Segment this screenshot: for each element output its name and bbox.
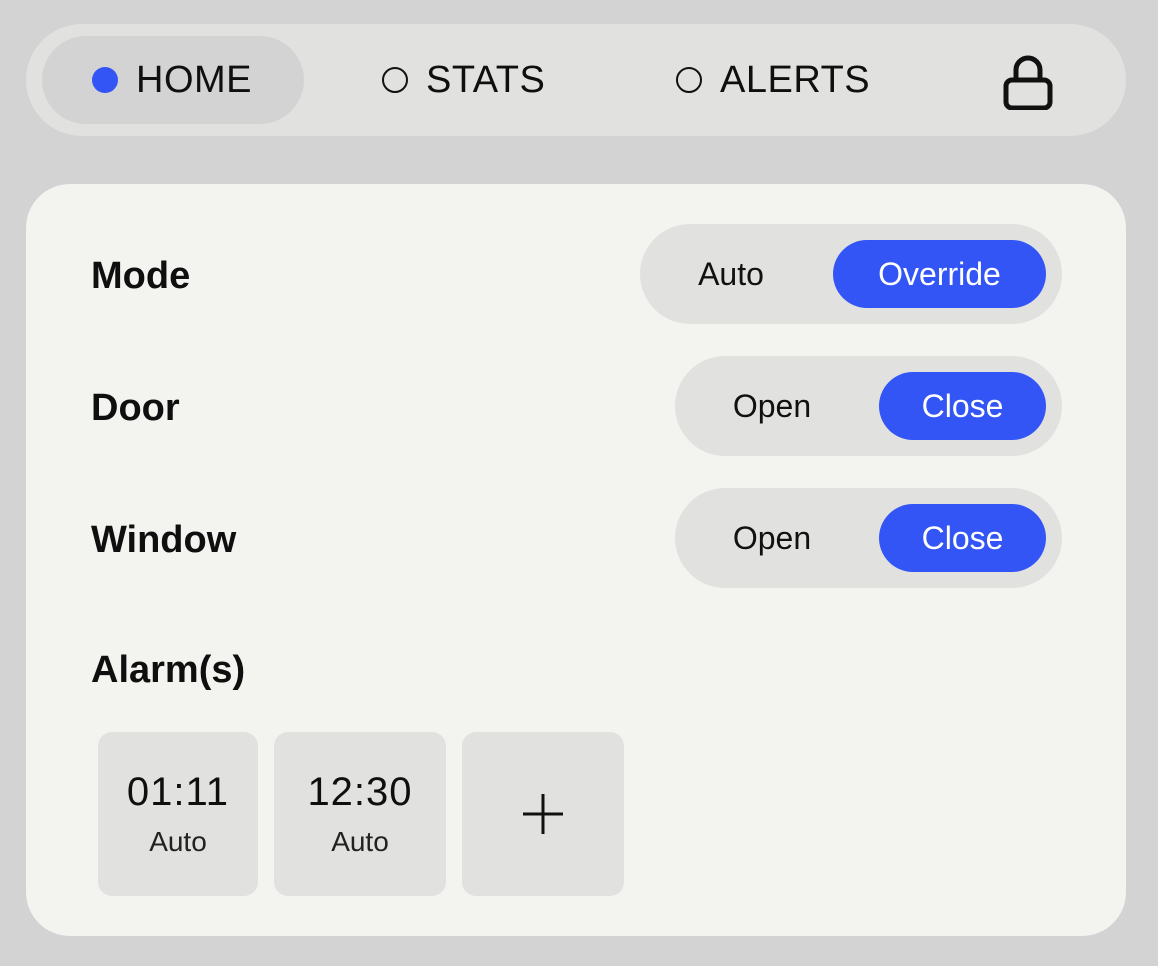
tab-home-label: HOME	[136, 58, 252, 101]
alarm-time: 12:30	[307, 770, 413, 814]
tab-alerts-label: ALERTS	[720, 58, 871, 101]
tab-home[interactable]: HOME	[42, 36, 304, 124]
alarms-label: Alarm(s)	[91, 649, 246, 691]
mode-override-option[interactable]: Override	[833, 240, 1046, 308]
alarm-mode: Auto	[331, 826, 389, 857]
tab-stats-label: STATS	[426, 58, 546, 101]
door-close-option[interactable]: Close	[879, 372, 1046, 440]
alarm-card[interactable]: 12:30 Auto	[274, 732, 446, 896]
inactive-dot-icon	[676, 67, 702, 93]
add-alarm-button[interactable]	[462, 732, 624, 896]
tab-stats[interactable]: STATS	[378, 36, 578, 124]
top-nav-bar: HOME STATS ALERTS	[26, 24, 1126, 136]
window-label: Window	[91, 519, 237, 561]
mode-auto-option[interactable]: Auto	[656, 240, 806, 308]
lock-icon[interactable]	[994, 50, 1062, 111]
window-toggle: Open Close	[675, 488, 1062, 588]
active-dot-icon	[92, 67, 118, 93]
alarm-mode: Auto	[149, 826, 207, 857]
alarm-time: 01:11	[126, 770, 230, 814]
mode-toggle: Auto Override	[640, 224, 1062, 324]
tab-alerts[interactable]: ALERTS	[672, 36, 902, 124]
door-toggle: Open Close	[675, 356, 1062, 456]
mode-label: Mode	[91, 255, 191, 297]
plus-icon	[523, 794, 563, 834]
inactive-dot-icon	[382, 67, 408, 93]
lock-icon-svg	[1003, 55, 1053, 111]
window-close-option[interactable]: Close	[879, 504, 1046, 572]
alarm-card[interactable]: 01:11 Auto	[98, 732, 258, 896]
door-label: Door	[91, 387, 180, 429]
door-open-option[interactable]: Open	[691, 372, 853, 440]
window-open-option[interactable]: Open	[691, 504, 853, 572]
control-panel: Mode Auto Override Door Open Close Windo…	[26, 184, 1126, 936]
